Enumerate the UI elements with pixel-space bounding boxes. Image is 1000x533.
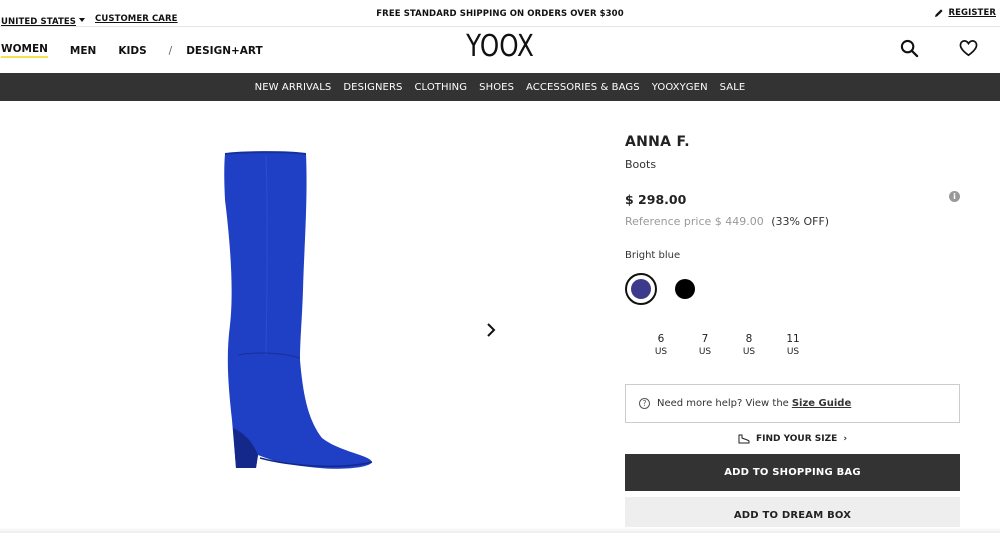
- size-help-box: ? Need more help? View the Size Guide: [625, 384, 960, 423]
- size-unit: US: [698, 347, 712, 357]
- swatch-color-fill: [631, 279, 651, 299]
- find-your-size-link[interactable]: FIND YOUR SIZE ›: [625, 433, 960, 444]
- chevron-right-icon[interactable]: [484, 322, 498, 338]
- nav-women[interactable]: WOMEN: [1, 43, 48, 58]
- size-number: 8: [745, 333, 753, 345]
- chevron-right-icon: ›: [843, 433, 848, 444]
- size-guide-link[interactable]: Size Guide: [792, 398, 851, 409]
- size-number: 11: [786, 333, 800, 345]
- product-type: Boots: [625, 158, 657, 171]
- shoe-icon: [738, 434, 750, 444]
- size-help-text: Need more help? View the: [657, 398, 789, 409]
- heart-icon[interactable]: [959, 39, 978, 58]
- utility-bar: UNITED STATES CUSTOMER CARE FREE STANDAR…: [0, 0, 1000, 27]
- yoox-logo[interactable]: YOOX: [90, 29, 910, 64]
- cat-shoes[interactable]: SHOES: [479, 82, 514, 93]
- price-row: $ 298.00 i: [625, 189, 960, 208]
- size-option[interactable]: 8 US: [727, 333, 771, 359]
- register-link[interactable]: REGISTER: [934, 8, 996, 18]
- shipping-promo: FREE STANDARD SHIPPING ON ORDERS OVER $3…: [376, 9, 624, 19]
- product-details: ANNA F. Boots $ 298.00 i Reference price…: [625, 130, 960, 533]
- info-icon[interactable]: i: [949, 191, 960, 202]
- register-label: REGISTER: [948, 8, 996, 18]
- header-icons: [900, 39, 978, 58]
- category-nav: NEW ARRIVALS DESIGNERS CLOTHING SHOES AC…: [0, 73, 1000, 101]
- main-header: WOMEN MEN KIDS / DESIGN+ART YOOX: [0, 27, 1000, 73]
- swatch-bright-blue[interactable]: [625, 273, 657, 305]
- swatch-black[interactable]: [669, 273, 701, 305]
- cat-clothing[interactable]: CLOTHING: [414, 82, 467, 93]
- cat-yooxygen[interactable]: YOOXYGEN: [652, 82, 708, 93]
- reference-price-row: Reference price $ 449.00 (33% OFF): [625, 215, 960, 228]
- cat-sale[interactable]: SALE: [720, 82, 746, 93]
- color-name: Bright blue: [625, 250, 681, 261]
- product-image-boot[interactable]: [200, 140, 400, 485]
- size-unit: US: [786, 347, 800, 357]
- size-unit: US: [742, 347, 756, 357]
- product-brand[interactable]: ANNA F.: [625, 134, 960, 150]
- find-your-size-label: FIND YOUR SIZE: [755, 433, 838, 444]
- swatch-color-fill: [675, 279, 695, 299]
- size-number: 6: [657, 333, 665, 345]
- size-option[interactable]: 11 US: [771, 333, 815, 359]
- cat-new-arrivals[interactable]: NEW ARRIVALS: [255, 82, 332, 93]
- reference-price-label: Reference price: [625, 215, 712, 228]
- discount-percentage: (33% OFF): [771, 215, 830, 228]
- product-price: $ 298.00: [625, 192, 687, 207]
- pencil-icon: [935, 9, 944, 17]
- size-option[interactable]: 6 US: [639, 333, 683, 359]
- add-to-shopping-bag-button[interactable]: ADD TO SHOPPING BAG: [625, 454, 960, 491]
- bottom-divider: [0, 527, 1000, 533]
- size-selector: 6 US 7 US 8 US 11 US: [639, 333, 960, 359]
- question-icon: ?: [639, 398, 650, 409]
- size-option[interactable]: 7 US: [683, 333, 727, 359]
- cat-designers[interactable]: DESIGNERS: [343, 82, 402, 93]
- cat-accessories-bags[interactable]: ACCESSORIES & BAGS: [526, 82, 640, 93]
- search-icon[interactable]: [900, 39, 919, 58]
- size-unit: US: [654, 347, 668, 357]
- size-number: 7: [701, 333, 709, 345]
- reference-price-value: $ 449.00: [714, 215, 764, 228]
- color-swatches: [625, 273, 960, 305]
